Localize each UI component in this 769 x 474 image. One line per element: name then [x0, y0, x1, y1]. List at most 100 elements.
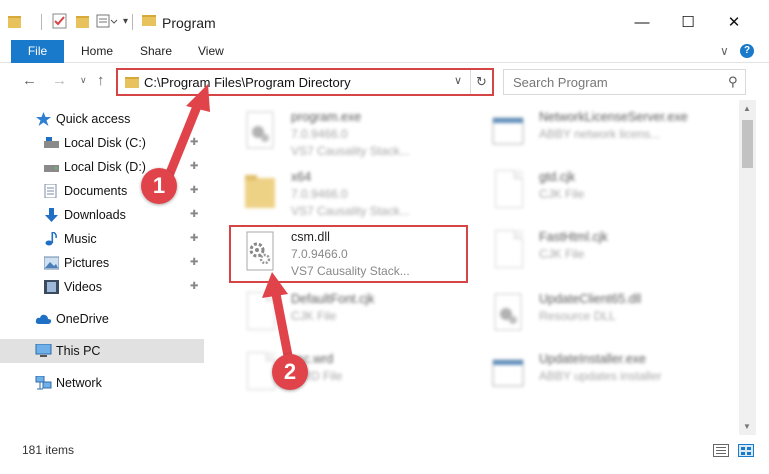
navigation-bar: ← → ∨ ↑ C:\Program Files\Program Directo… — [0, 64, 769, 100]
file-description: ABBY updates installer — [539, 369, 662, 383]
details-view-icon[interactable] — [713, 444, 729, 457]
file-icon — [247, 292, 275, 330]
music-icon — [45, 232, 57, 246]
forward-button[interactable]: → — [52, 72, 67, 89]
maximize-button[interactable]: ☐ — [665, 9, 711, 37]
item-count: 181 items — [22, 443, 75, 457]
file-name: x64 — [291, 170, 312, 184]
vertical-scrollbar[interactable]: ▲ ▼ — [739, 100, 756, 435]
scrollbar-thumb[interactable] — [742, 120, 753, 168]
file-item-defaultfont-cjk[interactable]: DefaultFont.cjk CJK File — [229, 286, 479, 346]
file-name: gtd.cjk — [539, 170, 576, 184]
large-icons-view-icon[interactable] — [738, 444, 754, 457]
minimize-button[interactable]: — — [619, 9, 665, 37]
ribbon-tabs: File Home Share View ∨ ? — [0, 40, 769, 63]
sidebar-item-network[interactable]: Network — [0, 371, 204, 395]
file-item-ssc-wrd[interactable]: ssc.wrd WRD File — [229, 346, 479, 406]
status-bar: 181 items — [0, 440, 769, 474]
drive-icon — [44, 165, 59, 172]
file-name: NetworkLicenseServer.exe — [539, 110, 688, 124]
title-separator — [132, 14, 133, 30]
sidebar-item-label: Downloads — [64, 208, 126, 222]
pin-icon[interactable]: ✚ — [190, 257, 198, 268]
pin-icon[interactable]: ✚ — [190, 209, 198, 220]
download-icon — [45, 208, 58, 222]
file-item-networklicenseserver-exe[interactable]: NetworkLicenseServer.exe ABBY network li… — [477, 104, 727, 164]
help-icon[interactable]: ? — [740, 44, 754, 58]
file-item-updateclient65-dll[interactable]: UpdateClient65.dll Resource DLL — [477, 286, 727, 346]
star-icon — [36, 112, 51, 126]
tab-file[interactable]: File — [11, 40, 64, 63]
sidebar-item-label: Local Disk (D:) — [64, 160, 146, 174]
file-description: VS7 Causality Stack... — [291, 144, 410, 158]
documents-icon — [44, 184, 57, 198]
sidebar-item-music[interactable]: Music ✚ — [0, 227, 204, 251]
recent-locations-button[interactable]: ∨ — [80, 75, 87, 86]
sidebar-item-label: Documents — [64, 184, 128, 198]
search-icon[interactable]: ⚲ — [728, 74, 738, 90]
folder-icon — [245, 175, 275, 208]
address-highlight-box — [116, 68, 494, 96]
file-name: UpdateInstaller.exe — [539, 352, 647, 366]
new-folder-icon[interactable] — [76, 13, 90, 31]
back-button[interactable]: ← — [22, 72, 37, 89]
sidebar-item-pictures[interactable]: Pictures ✚ — [0, 251, 204, 275]
properties-icon[interactable] — [52, 13, 68, 31]
sidebar-item-label: Pictures — [64, 256, 110, 270]
file-item-program-exe[interactable]: program.exe 7.0.9466.0 VS7 Causality Sta… — [229, 104, 479, 164]
file-name: DefaultFont.cjk — [291, 292, 375, 306]
pin-icon[interactable]: ✚ — [190, 137, 198, 148]
exe-window-icon — [492, 117, 524, 145]
sidebar-item-label: Videos — [64, 280, 102, 294]
title-folder-icon — [142, 15, 156, 26]
tab-home[interactable]: Home — [81, 40, 113, 63]
rename-icon[interactable] — [96, 13, 118, 31]
ribbon-expand-icon[interactable]: ∨ — [720, 44, 729, 58]
sidebar-item-label: Music — [64, 232, 97, 246]
pin-icon[interactable]: ✚ — [190, 161, 198, 172]
sidebar-item-local-disk-c[interactable]: Local Disk (C:) ✚ — [0, 131, 204, 155]
file-item-x64[interactable]: x64 7.0.9466.0 VS7 Causality Stack... — [229, 164, 479, 224]
pin-icon[interactable]: ✚ — [190, 233, 198, 244]
quick-access-folder-icon[interactable] — [8, 13, 22, 31]
file-type: CJK File — [539, 187, 585, 201]
file-name: program.exe — [291, 110, 362, 124]
gear-file-icon — [494, 293, 522, 331]
sidebar-item-label: Quick access — [56, 112, 131, 126]
pin-icon[interactable]: ✚ — [190, 185, 198, 196]
file-highlight-box — [229, 225, 468, 283]
file-item-updateinstaller-exe[interactable]: UpdateInstaller.exe ABBY updates install… — [477, 346, 727, 406]
tab-share[interactable]: Share — [140, 40, 172, 63]
up-button[interactable]: ↑ — [97, 72, 105, 89]
sidebar-item-onedrive[interactable]: OneDrive — [0, 307, 204, 331]
callout-step-1: 1 — [141, 168, 177, 204]
videos-icon — [44, 280, 59, 294]
file-type: CJK File — [291, 309, 337, 323]
file-item-gtd-cjk[interactable]: gtd.cjk CJK File — [477, 164, 727, 224]
sidebar-item-label: This PC — [56, 344, 101, 358]
pin-icon[interactable]: ✚ — [190, 281, 198, 292]
scroll-down-icon[interactable]: ▼ — [743, 422, 751, 431]
sidebar-item-videos[interactable]: Videos ✚ — [0, 275, 204, 299]
close-button[interactable]: ✕ — [711, 9, 757, 37]
tab-view[interactable]: View — [198, 40, 224, 63]
search-box[interactable]: Search Program ⚲ — [503, 69, 746, 95]
sidebar-item-downloads[interactable]: Downloads ✚ — [0, 203, 204, 227]
sidebar-item-this-pc[interactable]: This PC — [0, 339, 204, 363]
scroll-up-icon[interactable]: ▲ — [743, 104, 751, 113]
cloud-icon — [35, 314, 52, 324]
exe-window-icon — [492, 359, 524, 387]
file-icon — [495, 230, 523, 268]
file-version: 7.0.9466.0 — [291, 127, 348, 141]
file-type: CJK File — [539, 247, 585, 261]
file-item-fasthtml-cjk[interactable]: FastHtml.cjk CJK File — [477, 224, 727, 284]
callout-step-2: 2 — [272, 354, 308, 390]
customize-toolbar-icon[interactable]: ▾ — [123, 16, 131, 34]
sidebar-item-label: Local Disk (C:) — [64, 136, 146, 150]
file-version: 7.0.9466.0 — [291, 187, 348, 201]
sidebar-item-label: Network — [56, 376, 102, 390]
sidebar-item-quick-access[interactable]: Quick access — [0, 107, 204, 131]
title-bar: ▾ Program — ☐ ✕ — [0, 0, 769, 40]
search-placeholder[interactable]: Search Program — [513, 75, 608, 90]
computer-icon — [35, 344, 52, 357]
